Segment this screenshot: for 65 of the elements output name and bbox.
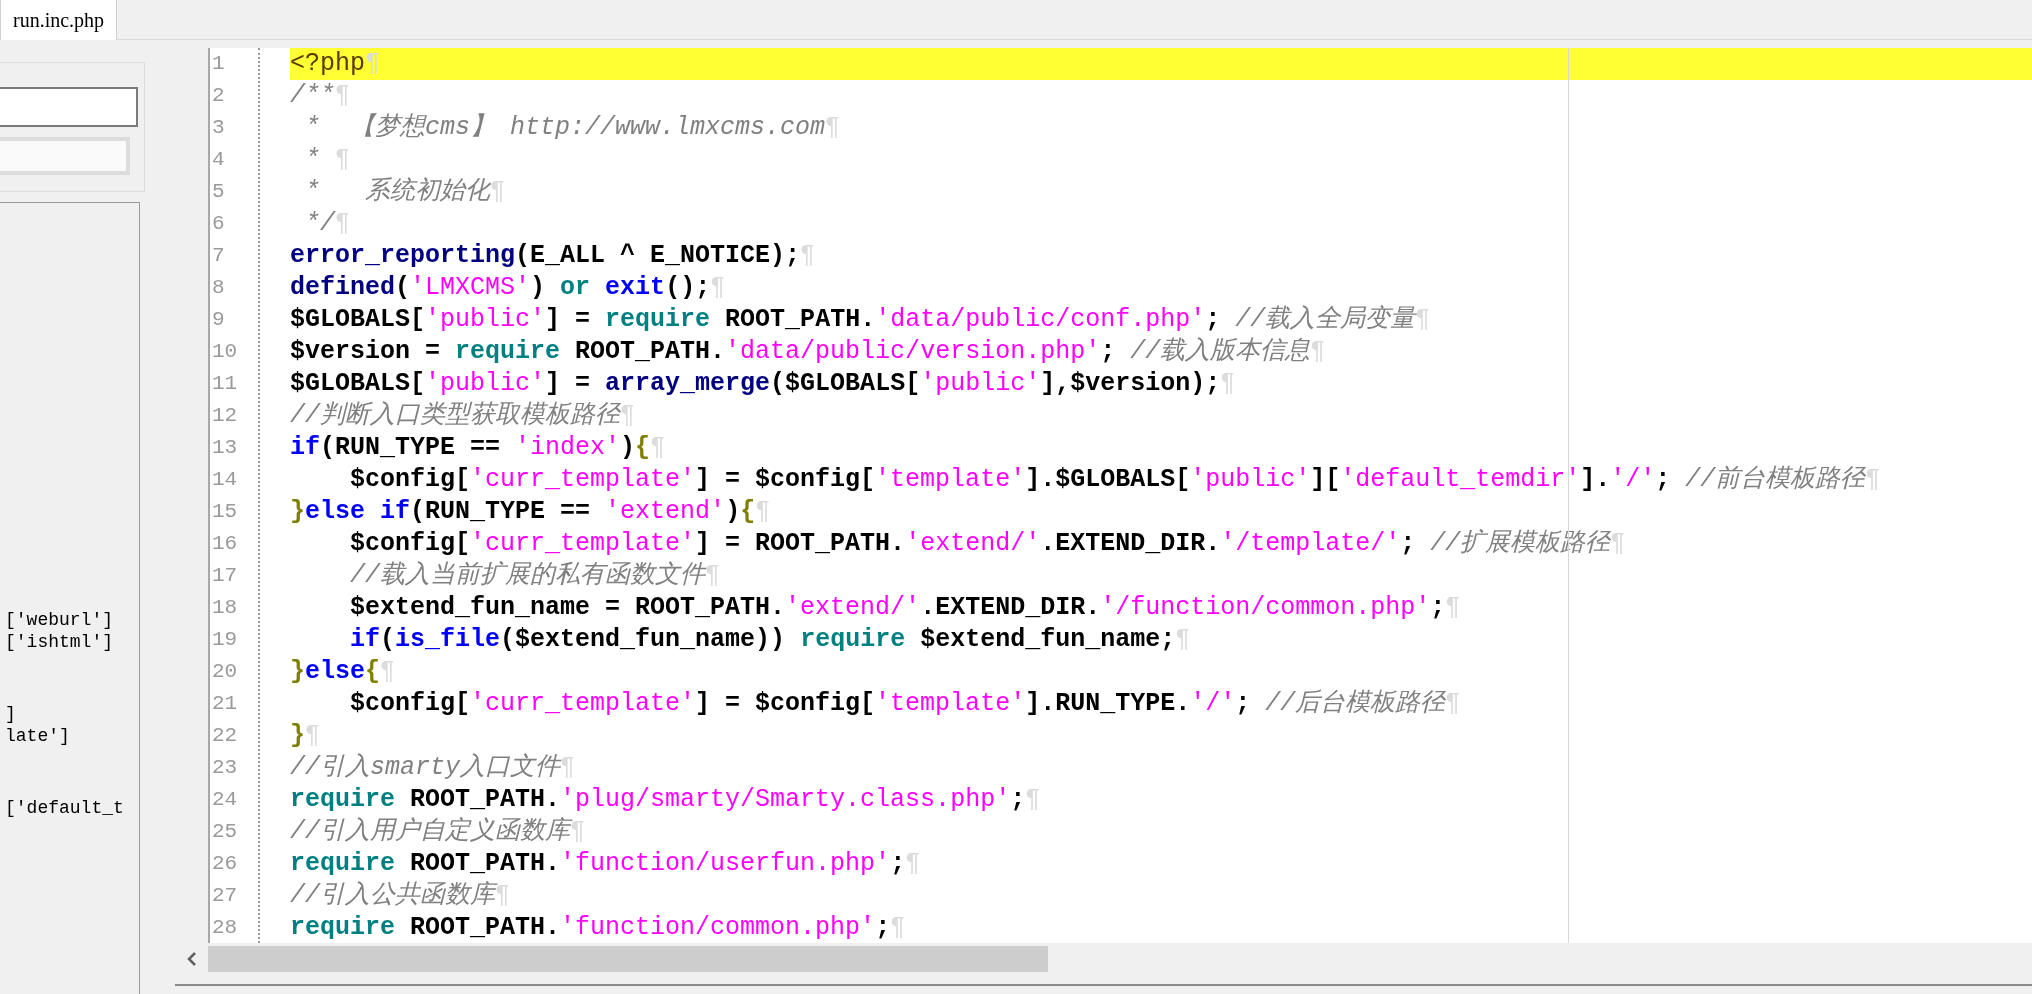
line-number: 1 — [211, 51, 226, 77]
code-line: $config['curr_template'] = $config['template'].$GLOBALS['public']['default_temdir'].'/'; //前台模板路径¶ — [349, 464, 1882, 496]
code-line: $GLOBALS['public'] = require ROOT_PATH.'data/public/conf.php'; //载入全局变量¶ — [290, 304, 1432, 336]
line-number: 9 — [211, 307, 226, 333]
line-number: 8 — [211, 275, 226, 301]
code-line: //判断入口类型获取模板路径¶ — [290, 400, 637, 432]
file-tab[interactable]: run.inc.php — [0, 0, 118, 40]
code-fragment: ] — [4, 703, 17, 725]
code-line: }¶ — [290, 720, 322, 752]
code-line: //载入当前扩展的私有函数文件¶ — [349, 560, 722, 592]
code-line: //引入smarty入口文件¶ — [290, 752, 577, 784]
code-line: /**¶ — [290, 80, 352, 112]
input-field[interactable] — [0, 87, 138, 127]
line-number: 27 — [211, 883, 239, 909]
code-line: $config['curr_template'] = ROOT_PATH.'extend/'.EXTEND_DIR.'/template/'; //扩展模板路径¶ — [349, 528, 1627, 560]
line-number: 2 — [211, 83, 226, 109]
code-line: error_reporting(E_ALL ^ E_NOTICE);¶ — [290, 240, 817, 272]
code-line: */¶ — [304, 208, 352, 240]
code-fragment: late'] — [4, 725, 71, 747]
code-fragment: ['default_t — [4, 797, 125, 819]
line-number: 10 — [211, 339, 239, 365]
code-line: * 【梦想cms】 http://www.lmxcms.com¶ — [304, 112, 842, 144]
code-line: //引入公共函数库¶ — [290, 880, 512, 912]
code-fragment: ['weburl'] — [4, 609, 115, 631]
line-number: 15 — [211, 499, 239, 525]
line-number: 13 — [211, 435, 239, 461]
line-number: 18 — [211, 595, 239, 621]
line-number: 14 — [211, 467, 239, 493]
code-line: if(is_file($extend_fun_name)) require $extend_fun_name;¶ — [349, 624, 1192, 656]
line-number: 22 — [211, 723, 239, 749]
code-fragment: ['ishtml'] — [4, 631, 115, 653]
code-line: * ¶ — [304, 144, 352, 176]
line-number: 11 — [211, 371, 239, 397]
code-line: $config['curr_template'] = $config['template'].RUN_TYPE.'/'; //后台模板路径¶ — [349, 688, 1462, 720]
line-number: 3 — [211, 115, 226, 141]
line-number: 12 — [211, 403, 239, 429]
line-number: 26 — [211, 851, 239, 877]
line-number: 28 — [211, 915, 239, 941]
line-number: 16 — [211, 531, 239, 557]
code-editor[interactable] — [208, 48, 2032, 944]
line-number: 17 — [211, 563, 239, 589]
code-line: require ROOT_PATH.'function/common.php';¶ — [290, 912, 907, 944]
line-number: 5 — [211, 179, 226, 205]
line-number: 24 — [211, 787, 239, 813]
code-line: $extend_fun_name = ROOT_PATH.'extend/'.EXTEND_DIR.'/function/common.php';¶ — [349, 592, 1462, 624]
line-number: 4 — [211, 147, 226, 173]
code-line: * 系统初始化¶ — [304, 176, 507, 208]
line-number: 6 — [211, 211, 226, 237]
line-number: 21 — [211, 691, 239, 717]
line-number: 25 — [211, 819, 239, 845]
code-line: require ROOT_PATH.'function/userfun.php';¶ — [290, 848, 922, 880]
code-line: $GLOBALS['public'] = array_merge($GLOBALS['public'],$version);¶ — [290, 368, 1237, 400]
line-number: 23 — [211, 755, 239, 781]
code-line: }else{¶ — [290, 656, 397, 688]
code-line: $version = require ROOT_PATH.'data/public/version.php'; //载入版本信息¶ — [290, 336, 1327, 368]
scroll-left-icon[interactable] — [185, 950, 198, 967]
line-number: 20 — [211, 659, 239, 685]
code-line: require ROOT_PATH.'plug/smarty/Smarty.class.php';¶ — [290, 784, 1042, 816]
line-number: 19 — [211, 627, 239, 653]
code-line: defined('LMXCMS') or exit();¶ — [290, 272, 727, 304]
line-number: 7 — [211, 243, 226, 269]
code-line: }else if(RUN_TYPE == 'extend'){¶ — [290, 496, 772, 528]
code-line: //引入用户自定义函数库¶ — [290, 816, 587, 848]
code-line: if(RUN_TYPE == 'index'){¶ — [290, 432, 667, 464]
scrollbar-thumb[interactable] — [208, 945, 1048, 972]
